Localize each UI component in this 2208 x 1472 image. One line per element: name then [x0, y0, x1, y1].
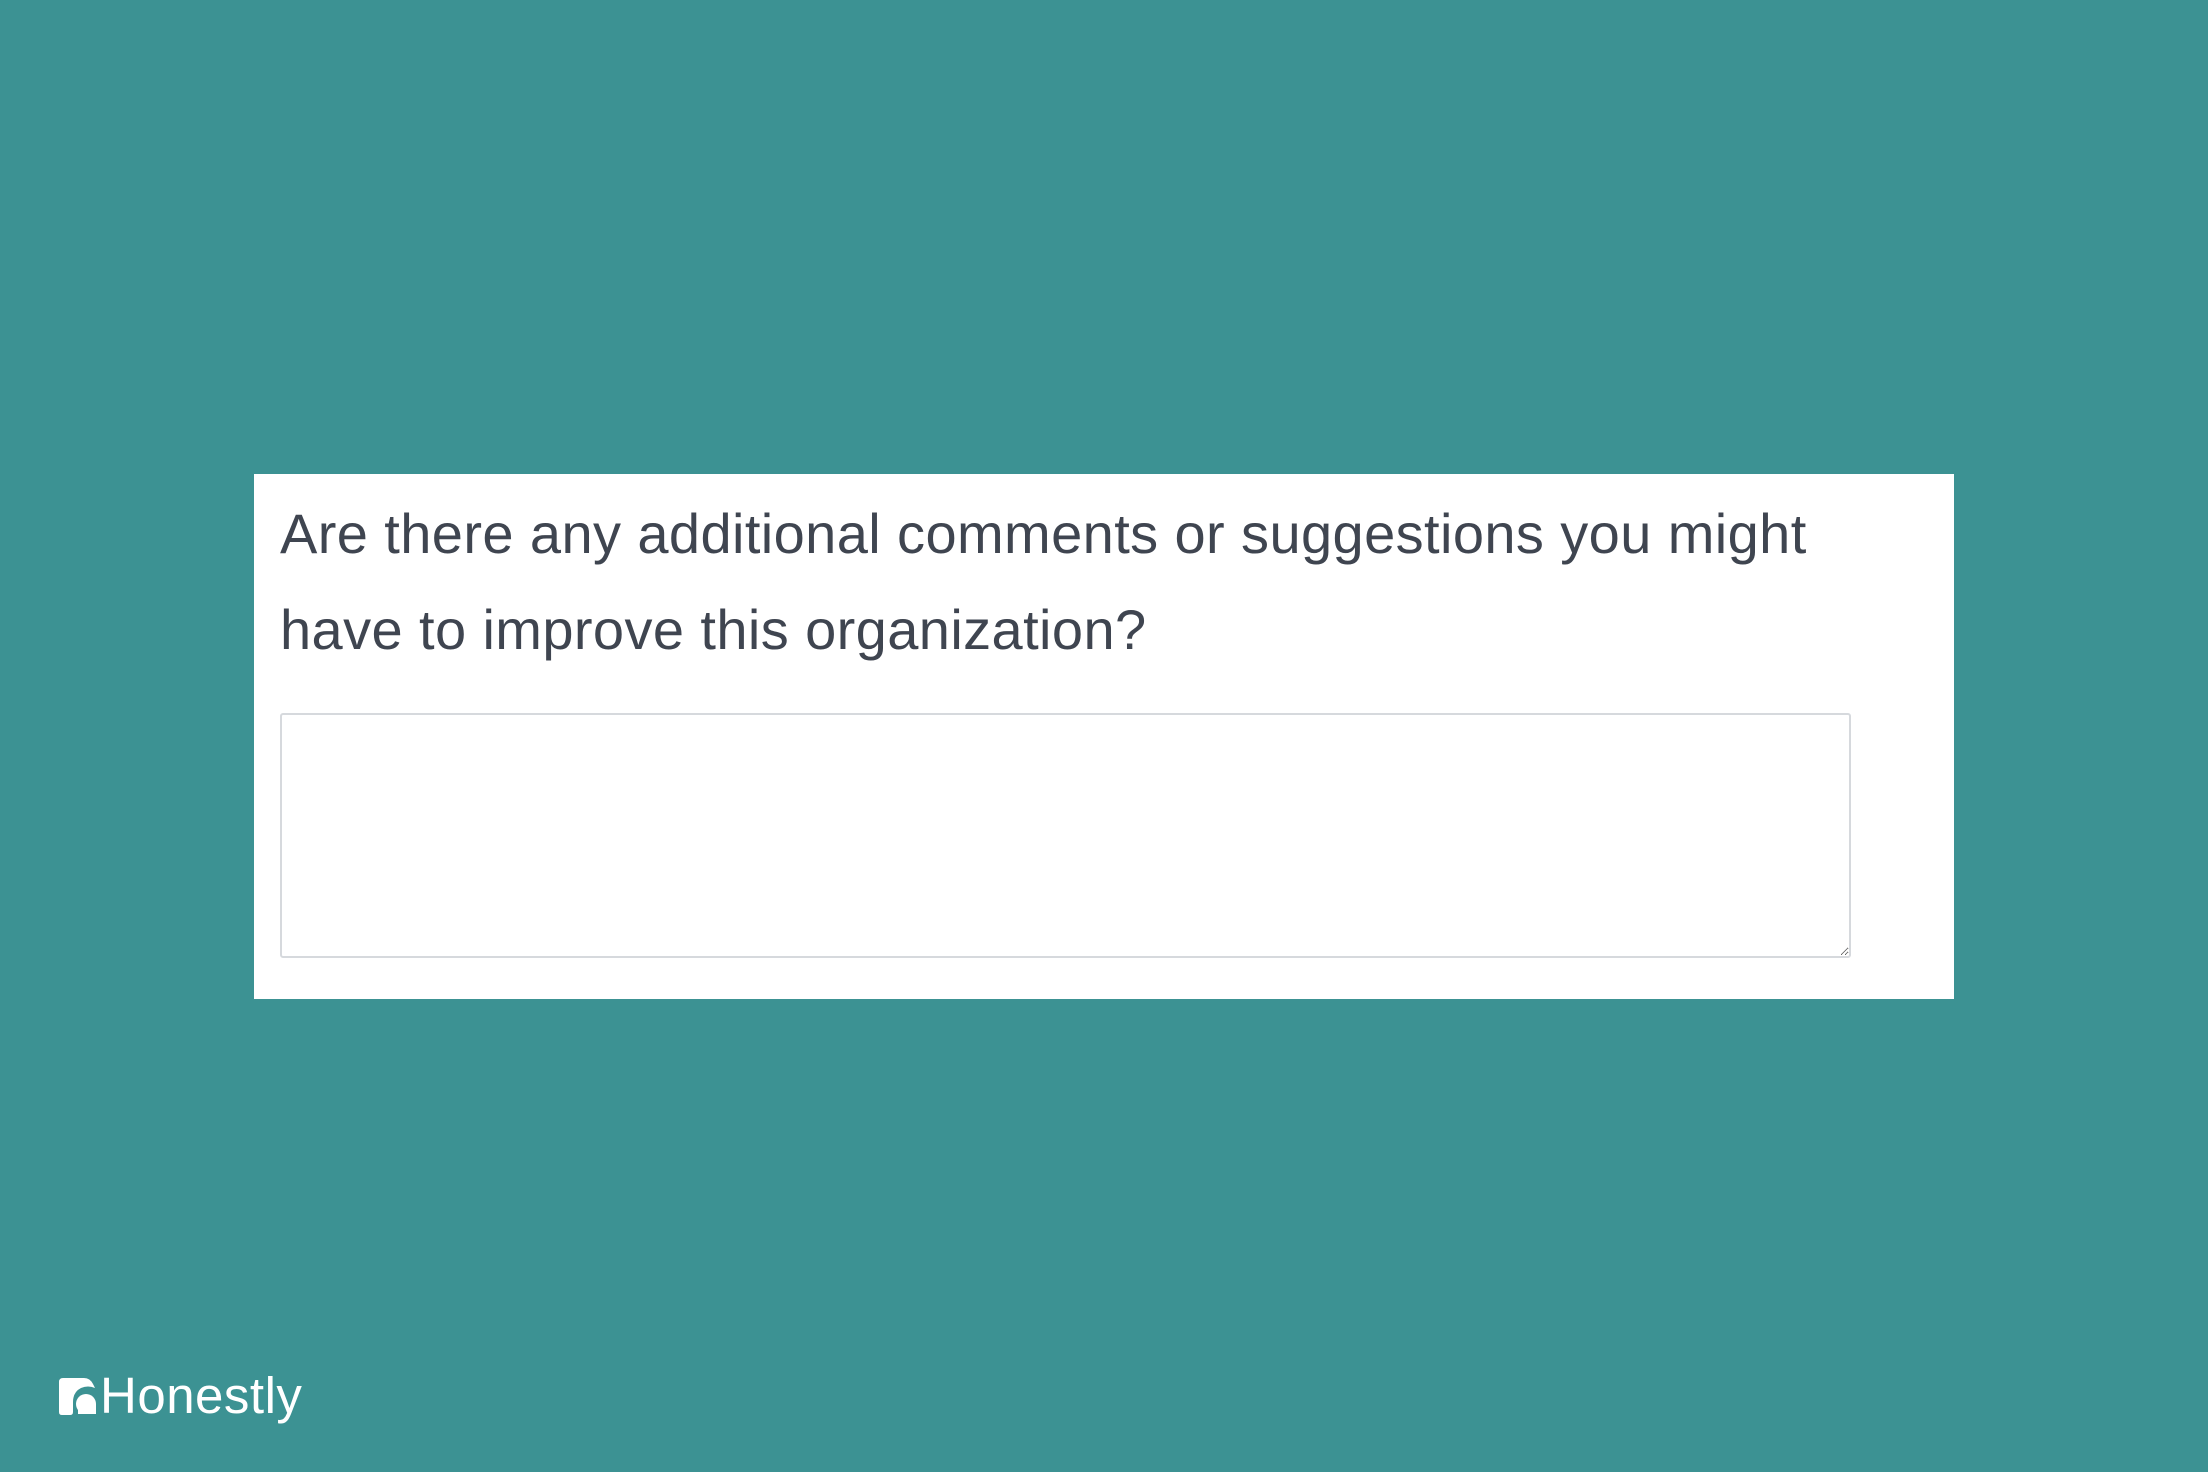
brand-logo: Honestly	[54, 1366, 302, 1426]
survey-question-card: Are there any additional comments or sug…	[254, 474, 1954, 999]
question-text: Are there any additional comments or sug…	[280, 502, 1807, 661]
honestly-logo-icon	[59, 1378, 96, 1415]
brand-name: Honestly	[100, 1367, 303, 1424]
comments-textarea[interactable]	[280, 713, 1851, 958]
